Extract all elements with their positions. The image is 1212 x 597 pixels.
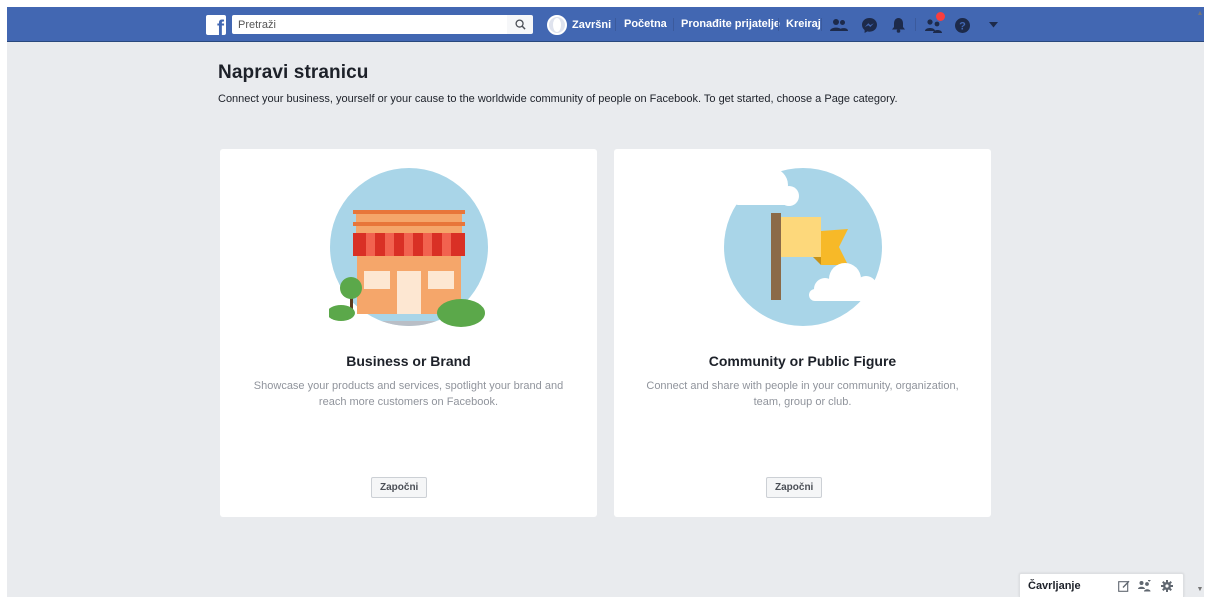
page-subtitle: Connect your business, yourself or your … [218,93,898,105]
groups-icon[interactable] [924,12,945,35]
chat-settings-icon[interactable] [1160,579,1173,592]
page-viewport: f Završni Početna Pronađite prijatelje K… [7,7,1204,597]
chat-sidebar-bar[interactable]: Čavrljanje [1019,573,1184,597]
messenger-icon[interactable] [859,15,879,35]
card-title: Business or Brand [346,353,471,369]
nav-divider [821,18,822,31]
nav-create-link[interactable]: Kreiraj [786,17,821,32]
page-title: Napravi stranicu [218,62,369,83]
scroll-up-arrow-icon[interactable]: ▲ [1196,7,1204,21]
scroll-down-arrow-icon[interactable]: ▼ [1196,583,1204,597]
group-chat-icon[interactable] [1138,579,1151,592]
search-input[interactable] [232,15,530,34]
card-description: Showcase your products and services, spo… [253,380,564,408]
nav-find-friends-link[interactable]: Pronađite prijatelje [681,17,780,32]
category-card-business[interactable]: Business or Brand Showcase your products… [220,149,597,517]
profile-link[interactable]: Završni [547,14,611,35]
friend-requests-icon[interactable] [829,15,849,35]
compose-icon[interactable] [1117,579,1130,592]
profile-name: Završni [572,18,612,31]
svg-text:?: ? [959,20,966,32]
storefront-icon [329,168,488,327]
nav-divider [673,18,674,31]
help-icon[interactable]: ? [952,15,972,35]
facebook-logo-icon[interactable]: f [206,15,226,35]
search-icon [514,19,526,30]
search-button[interactable] [507,15,533,34]
get-started-button[interactable]: Započni [371,477,428,498]
nav-divider [615,18,616,31]
notification-badge [936,12,945,21]
nav-divider [915,18,916,31]
top-navigation-bar: f Završni Početna Pronađite prijatelje K… [7,7,1204,42]
avatar [547,14,567,35]
nav-home-link[interactable]: Početna [624,17,667,32]
notifications-icon[interactable] [888,15,908,35]
card-title: Community or Public Figure [708,353,897,369]
account-menu-icon[interactable] [983,15,1003,35]
chat-label: Čavrljanje [1028,580,1081,592]
get-started-button[interactable]: Započni [766,477,823,498]
category-card-community[interactable]: Community or Public Figure Connect and s… [614,149,991,517]
card-description: Connect and share with people in your co… [646,380,959,408]
flag-icon [724,168,883,326]
nav-divider [778,18,779,31]
